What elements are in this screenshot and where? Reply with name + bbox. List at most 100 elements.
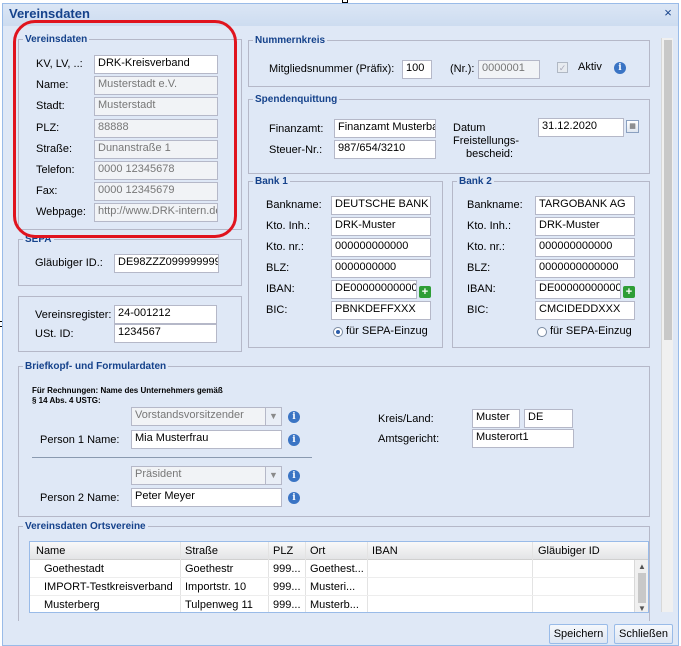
- dialog-scrollbar-thumb[interactable]: [664, 40, 672, 340]
- bank1-ktoinh-field[interactable]: DRK-Muster: [331, 217, 431, 236]
- vereinsregister-field[interactable]: 24-001212: [114, 305, 217, 324]
- finanzamt-field[interactable]: Finanzamt Musterbach: [334, 119, 436, 138]
- vereinsdaten-field[interactable]: http://www.DRK-intern.de: [94, 203, 218, 223]
- save-button[interactable]: Speichern: [549, 624, 608, 644]
- bank2-bankname-label: Bankname:: [467, 199, 523, 211]
- person2-name-info-icon[interactable]: i: [288, 492, 300, 504]
- person1-role-select[interactable]: Vorstandsvorsitzender ▼: [131, 407, 282, 426]
- vereinsdaten-field[interactable]: Dunanstraße 1: [94, 139, 218, 159]
- ust-id-label: USt. ID:: [35, 328, 74, 340]
- glaeubiger-id-field[interactable]: DE98ZZZ09999999999: [114, 254, 219, 273]
- person2-role-info-icon[interactable]: i: [288, 470, 300, 482]
- table-cell: Goethestr: [185, 563, 234, 575]
- table-row[interactable]: IMPORT-Testkreisverband Importstr. 10 999.…: [30, 578, 634, 596]
- vereinsdaten-label: Webpage:: [36, 206, 86, 219]
- aktiv-label: Aktiv: [578, 61, 602, 73]
- bank2-sepa-label: für SEPA-Einzug: [550, 325, 632, 337]
- person2-name-field[interactable]: Peter Meyer: [131, 488, 282, 507]
- person1-label: Person 1 Name:: [40, 434, 120, 446]
- table-cell: Musterb...: [310, 599, 359, 611]
- vereinsdaten-field[interactable]: 0000 12345678: [94, 161, 218, 180]
- table-cell: Goethestadt: [44, 563, 104, 575]
- dialog-scrollbar[interactable]: [661, 38, 673, 612]
- bank1-bic-field[interactable]: PBNKDEFFXXX: [331, 301, 431, 320]
- person2-role-select[interactable]: Präsident ▼: [131, 466, 282, 485]
- datum-label-3: bescheid:: [466, 148, 514, 160]
- bank2-blz-field[interactable]: 0000000000000: [535, 259, 635, 278]
- col-header-plz[interactable]: PLZ: [273, 545, 293, 557]
- bank2-bankname-field[interactable]: TARGOBANK AG: [535, 196, 635, 215]
- bank1-iban-add-icon[interactable]: +: [419, 286, 431, 298]
- bank2-bic-field[interactable]: CMCIDEDDXXX: [535, 301, 635, 320]
- land-field[interactable]: DE: [524, 409, 573, 428]
- amtsgericht-field[interactable]: Musterort1: [472, 429, 574, 448]
- bank1-blz-label: BLZ:: [266, 262, 290, 274]
- vereinsdaten-legend: Vereinsdaten: [25, 34, 88, 45]
- kreis-land-label: Kreis/Land:: [378, 413, 434, 425]
- col-header-glaeubiger[interactable]: Gläubiger ID: [538, 545, 600, 557]
- amtsgericht-label: Amtsgericht:: [378, 433, 440, 445]
- nr-field[interactable]: 0000001: [478, 60, 540, 79]
- bank1-bankname-field[interactable]: DEUTSCHE BANK AG: [331, 196, 431, 215]
- datum-label-2: Freistellungs-: [453, 135, 520, 147]
- vereinsdaten-field[interactable]: 88888: [94, 118, 218, 138]
- scroll-up-icon[interactable]: ▲: [638, 562, 646, 571]
- table-cell: Musterberg: [44, 599, 100, 611]
- steuer-nr-field[interactable]: 987/654/3210: [334, 140, 436, 159]
- kreis-field[interactable]: Muster: [472, 409, 520, 428]
- bank2-sepa-radio[interactable]: [537, 327, 547, 337]
- vereinsdaten-label: Name:: [36, 79, 69, 92]
- col-header-strasse[interactable]: Straße: [185, 545, 218, 557]
- vereinsregister-label: Vereinsregister:: [35, 309, 112, 321]
- person1-role-info-icon[interactable]: i: [288, 411, 300, 423]
- bank2-iban-add-icon[interactable]: +: [623, 286, 635, 298]
- close-button[interactable]: Schließen: [614, 624, 673, 644]
- bank1-bic-label: BIC:: [266, 304, 288, 316]
- bank2-ktonr-field[interactable]: 000000000000: [535, 238, 635, 257]
- bank1-blz-field[interactable]: 0000000000: [331, 259, 431, 278]
- bank2-iban-field[interactable]: DE00000000000000000000: [535, 280, 621, 299]
- bank1-sepa-radio[interactable]: [333, 327, 343, 337]
- vereinsdaten-field[interactable]: Musterstadt e.V.: [94, 76, 218, 96]
- col-header-ort[interactable]: Ort: [310, 545, 325, 557]
- briefkopf-note-2: § 14 Abs. 4 USTG:: [32, 396, 101, 405]
- vereinsdaten-field[interactable]: Musterstadt: [94, 97, 218, 117]
- bank1-sepa-label: für SEPA-Einzug: [346, 325, 428, 337]
- table-row[interactable]: Goethestadt Goethestr 999... Goethest...: [30, 560, 634, 578]
- grid-scrollbar-thumb[interactable]: [638, 573, 646, 603]
- table-row[interactable]: Musterberg Tulpenweg 11 999... Musterb...: [30, 596, 634, 612]
- bank1-ktonr-field[interactable]: 000000000000: [331, 238, 431, 257]
- nr-label: (Nr.):: [450, 63, 475, 75]
- calendar-icon[interactable]: ▦: [626, 120, 639, 133]
- scroll-down-icon[interactable]: ▼: [638, 604, 646, 612]
- person1-name-field[interactable]: Mia Musterfrau: [131, 430, 282, 449]
- vereinsdaten-label: PLZ:: [36, 121, 60, 134]
- col-header-iban[interactable]: IBAN: [372, 545, 398, 557]
- chevron-down-icon[interactable]: ▼: [265, 467, 281, 484]
- bank1-iban-label: IBAN:: [266, 283, 295, 295]
- prefix-field[interactable]: 100: [402, 60, 432, 79]
- close-icon[interactable]: ×: [661, 6, 675, 20]
- ust-id-field[interactable]: 1234567: [114, 324, 217, 343]
- bank2-ktoinh-field[interactable]: DRK-Muster: [535, 217, 635, 236]
- col-header-name[interactable]: Name: [36, 545, 65, 557]
- bank1-iban-field[interactable]: DE00000000000000000000: [331, 280, 417, 299]
- datum-field[interactable]: 31.12.2020: [538, 118, 624, 137]
- table-cell: IMPORT-Testkreisverband: [44, 581, 173, 593]
- dialog-titlebar[interactable]: [3, 4, 678, 26]
- aktiv-checkbox[interactable]: ✓: [557, 62, 568, 73]
- vereinsdaten-label: Straße:: [36, 142, 73, 155]
- bank1-ktoinh-label: Kto. Inh.:: [266, 220, 311, 232]
- nummernkreis-info-icon[interactable]: i: [614, 62, 626, 74]
- person1-name-info-icon[interactable]: i: [288, 434, 300, 446]
- vereinsdaten-label: Stadt:: [36, 100, 65, 113]
- chevron-down-icon[interactable]: ▼: [265, 408, 281, 425]
- briefkopf-note-1: Für Rechnungen: Name des Unternehmers ge…: [32, 386, 223, 395]
- person-divider: [32, 457, 312, 458]
- sepa-legend: SEPA: [25, 234, 52, 245]
- vereinsdaten-field[interactable]: 0000 12345679: [94, 182, 218, 202]
- vereinsdaten-field[interactable]: DRK-Kreisverband: [94, 55, 218, 74]
- table-cell: Importstr. 10: [185, 581, 247, 593]
- ortsvereine-grid: Name Straße PLZ Ort IBAN Gläubiger ID Go…: [29, 541, 649, 613]
- grid-scrollbar[interactable]: ▲ ▼: [634, 560, 648, 612]
